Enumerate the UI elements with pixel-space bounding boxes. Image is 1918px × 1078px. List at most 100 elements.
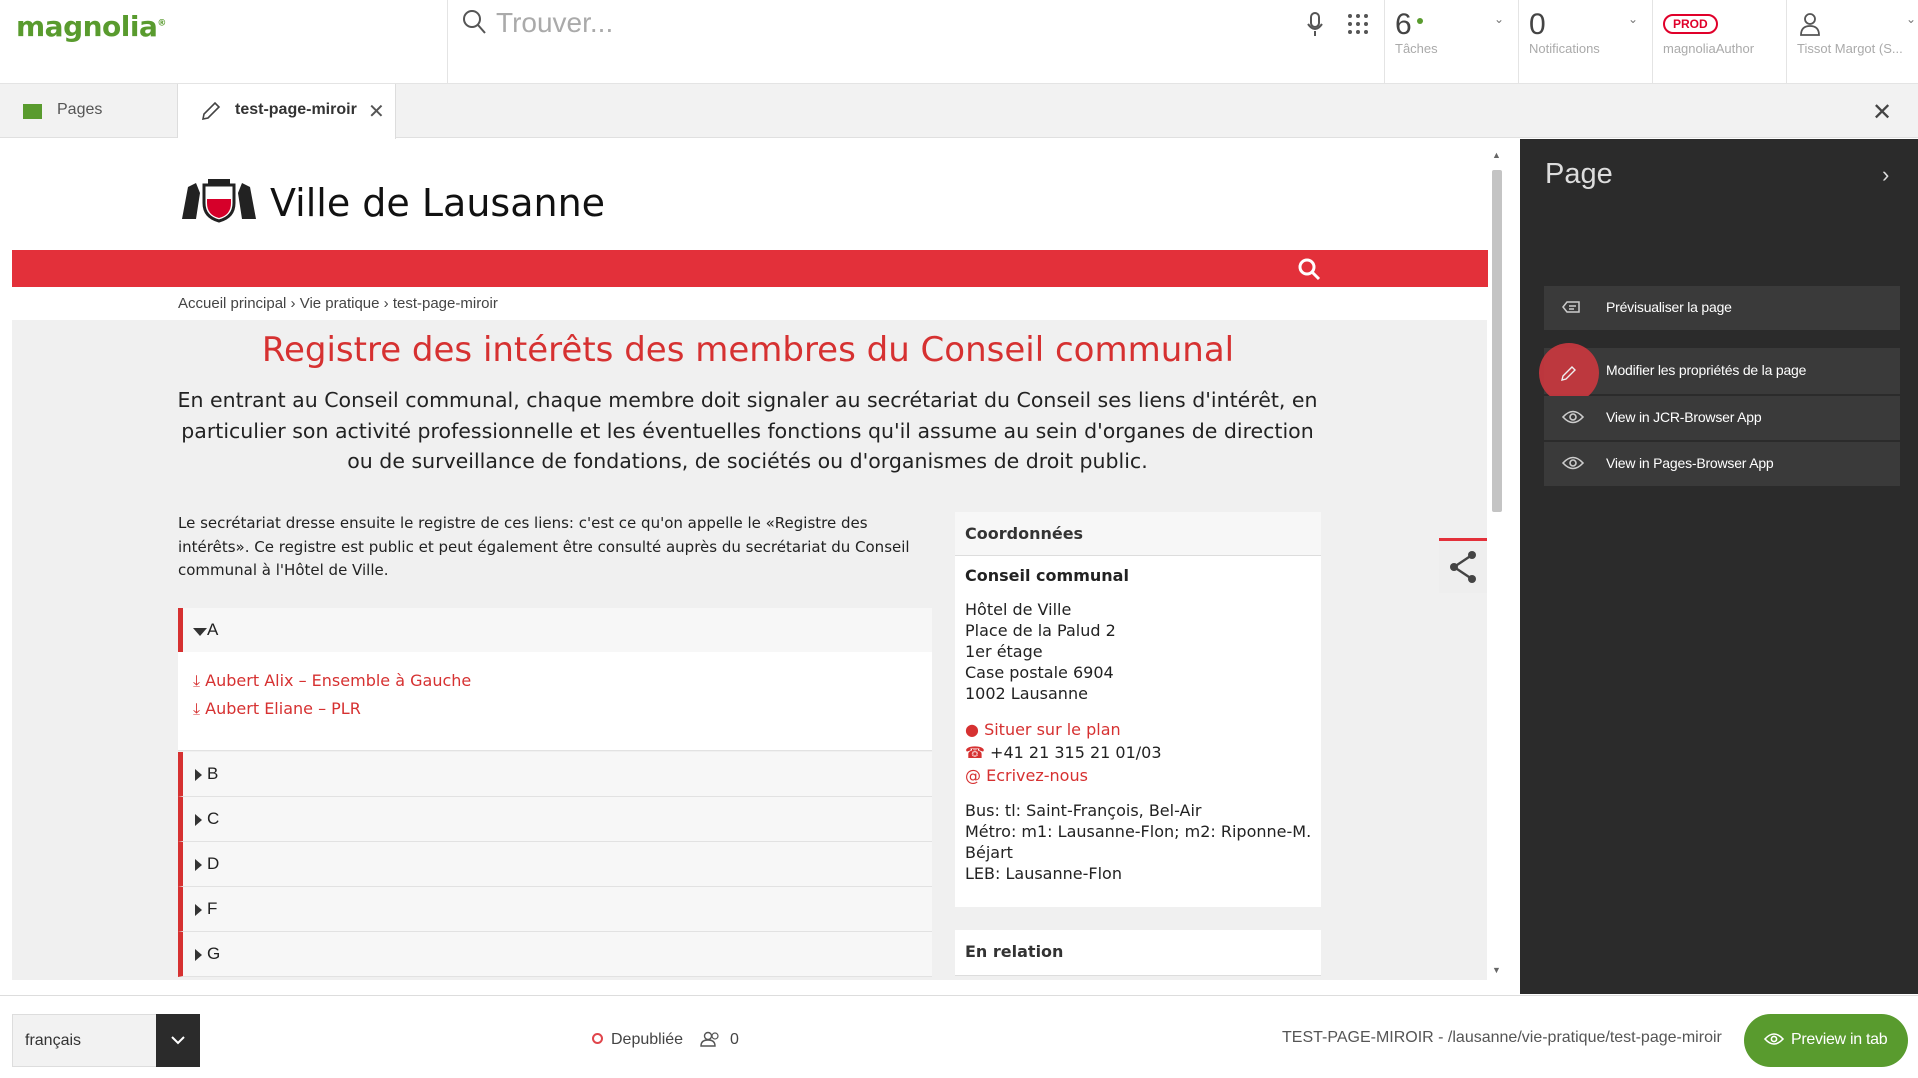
microphone-icon[interactable] — [1307, 12, 1323, 38]
address-line: Case postale 6904 — [965, 663, 1114, 682]
close-tab-icon[interactable]: ✕ — [368, 99, 385, 124]
page-path: TEST-PAGE-MIROIR - /lausanne/vie-pratiqu… — [1282, 1029, 1722, 1046]
lausanne-crest-logo — [182, 179, 256, 223]
search-input[interactable] — [496, 4, 1056, 42]
transport-line: LEB: Lausanne-Flon — [965, 864, 1122, 883]
chevron-down-icon — [171, 1036, 185, 1045]
user-menu[interactable]: Tissot Margot (S... ⌄ — [1786, 0, 1918, 84]
eye-icon — [1562, 410, 1584, 424]
download-link[interactable]: ⤓ Aubert Alix – Ensemble à Gauche — [193, 671, 471, 691]
caret-right-icon — [195, 904, 202, 916]
breadcrumb[interactable]: Accueil principal › Vie pratique › test-… — [178, 295, 498, 312]
environment-label: magnoliaAuthor — [1663, 41, 1755, 56]
users-icon — [699, 1031, 719, 1047]
contact-org: Conseil communal — [965, 566, 1129, 585]
language-select[interactable]: français — [12, 1014, 200, 1067]
users-count: 0 — [729, 1031, 739, 1048]
logo-text: magnolia — [16, 10, 158, 43]
user-icon — [1800, 13, 1820, 36]
language-dropdown-button[interactable] — [156, 1014, 200, 1067]
accordion-item-f[interactable]: F — [178, 887, 932, 932]
action-label: Modifier les propriétés de la page — [1606, 362, 1807, 378]
accordion-item-g[interactable]: G — [178, 932, 932, 977]
new-dot — [1416, 18, 1423, 24]
eye-icon — [1764, 1033, 1784, 1045]
tasks-count: 6 — [1395, 8, 1423, 42]
view-pages-browser-action[interactable]: View in Pages-Browser App — [1544, 442, 1900, 486]
notifications-indicator[interactable]: 0 Notifications ⌄ — [1518, 0, 1652, 84]
accordion-item-d[interactable]: D — [178, 842, 932, 887]
site-title[interactable]: Ville de Lausanne — [270, 181, 605, 225]
preview-page-action[interactable]: Prévisualiser la page — [1544, 286, 1900, 330]
download-link[interactable]: ⤓ Aubert Eliane – PLR — [193, 699, 361, 719]
panel-title: Page — [1545, 158, 1613, 190]
action-label: View in JCR-Browser App — [1606, 409, 1762, 425]
phone-number[interactable]: ☎ +41 21 315 21 01/03 — [965, 742, 1162, 763]
scroll-up-icon[interactable]: ▲ — [1492, 150, 1501, 160]
contact-box-header: Coordonnées — [955, 512, 1321, 556]
close-app-icon[interactable]: ✕ — [1872, 98, 1892, 127]
preview-icon — [1562, 301, 1580, 313]
prod-badge: PROD — [1663, 14, 1718, 34]
chevron-down-icon: ⌄ — [1493, 12, 1504, 26]
caret-right-icon — [195, 769, 202, 781]
accordion-letter: A — [207, 620, 219, 639]
share-button[interactable] — [1439, 538, 1487, 593]
chevron-down-icon: ⌄ — [1627, 12, 1638, 26]
caret-right-icon — [195, 814, 202, 826]
preview-in-tab-button[interactable]: Preview in tab — [1744, 1014, 1908, 1067]
accordion-letter: G — [207, 944, 221, 963]
chevron-down-icon: ⌄ — [1905, 12, 1916, 26]
pencil-icon — [201, 101, 221, 121]
accordion-item-b[interactable]: B — [178, 752, 932, 797]
publication-status: Depubliée 0 — [592, 1031, 739, 1049]
scrollbar-thumb[interactable] — [1492, 170, 1502, 512]
transport-line: Bus: tl: Saint-François, Bel-Air — [965, 801, 1202, 820]
scroll-down-icon[interactable]: ▼ — [1492, 965, 1501, 975]
accordion-body-a: ⤓ Aubert Alix – Ensemble à Gauche ⤓ Aube… — [178, 652, 932, 751]
notifications-count: 0 — [1529, 8, 1546, 41]
tab-test-page-miroir[interactable]: test-page-miroir ✕ — [178, 84, 396, 139]
eye-icon — [1562, 456, 1584, 470]
pencil-icon — [1561, 366, 1576, 381]
map-pin-icon: ● — [965, 720, 979, 739]
action-label: View in Pages-Browser App — [1606, 455, 1774, 471]
accordion-item-a[interactable]: A — [178, 608, 932, 653]
app-launcher-icon[interactable] — [1347, 13, 1369, 35]
caret-right-icon — [195, 949, 202, 961]
address-line: Hôtel de Ville — [965, 600, 1072, 619]
tasks-indicator[interactable]: 6 Tâches ⌄ — [1384, 0, 1518, 84]
site-search-icon[interactable] — [1297, 257, 1321, 281]
accordion-letter: B — [207, 764, 219, 783]
map-link[interactable]: ● Situer sur le plan — [965, 719, 1121, 740]
related-title: En relation — [965, 942, 1064, 961]
preview-label: Preview in tab — [1791, 1031, 1888, 1048]
accordion-item-c[interactable]: C — [178, 797, 932, 842]
environment-indicator[interactable]: PROD magnoliaAuthor — [1652, 0, 1786, 84]
tab-label: test-page-miroir — [235, 101, 357, 118]
email-link[interactable]: @ Ecrivez-nous — [965, 765, 1088, 786]
view-jcr-browser-action[interactable]: View in JCR-Browser App — [1544, 396, 1900, 440]
transport-line: Métro: m1: Lausanne-Flon; m2: Riponne-M. — [965, 822, 1312, 841]
tab-pages[interactable]: Pages — [0, 84, 178, 138]
actions-panel — [1520, 139, 1918, 994]
pages-app-icon — [23, 104, 42, 119]
caret-right-icon — [195, 859, 202, 871]
page-heading: Registre des intérêts des membres du Con… — [261, 330, 1235, 370]
contact-box-title: Coordonnées — [965, 524, 1084, 543]
language-value: français — [25, 1032, 82, 1049]
tab-label: Pages — [57, 101, 103, 118]
phone-icon: ☎ — [965, 743, 985, 762]
tasks-label: Tâches — [1395, 41, 1438, 56]
accordion-letter: D — [207, 854, 220, 873]
unpublished-status-icon — [592, 1033, 603, 1044]
magnolia-logo[interactable]: magnolia® — [16, 10, 166, 43]
intro-text: En entrant au Conseil communal, chaque m… — [177, 388, 1318, 473]
logo-mark: ® — [157, 18, 166, 29]
action-label: Prévisualiser la page — [1606, 299, 1732, 315]
address-line: 1er étage — [965, 642, 1043, 661]
chevron-right-icon[interactable]: › — [1882, 162, 1889, 188]
notifications-label: Notifications — [1529, 41, 1600, 56]
user-name: Tissot Margot (S... — [1797, 41, 1903, 56]
site-nav-bar — [12, 250, 1488, 287]
